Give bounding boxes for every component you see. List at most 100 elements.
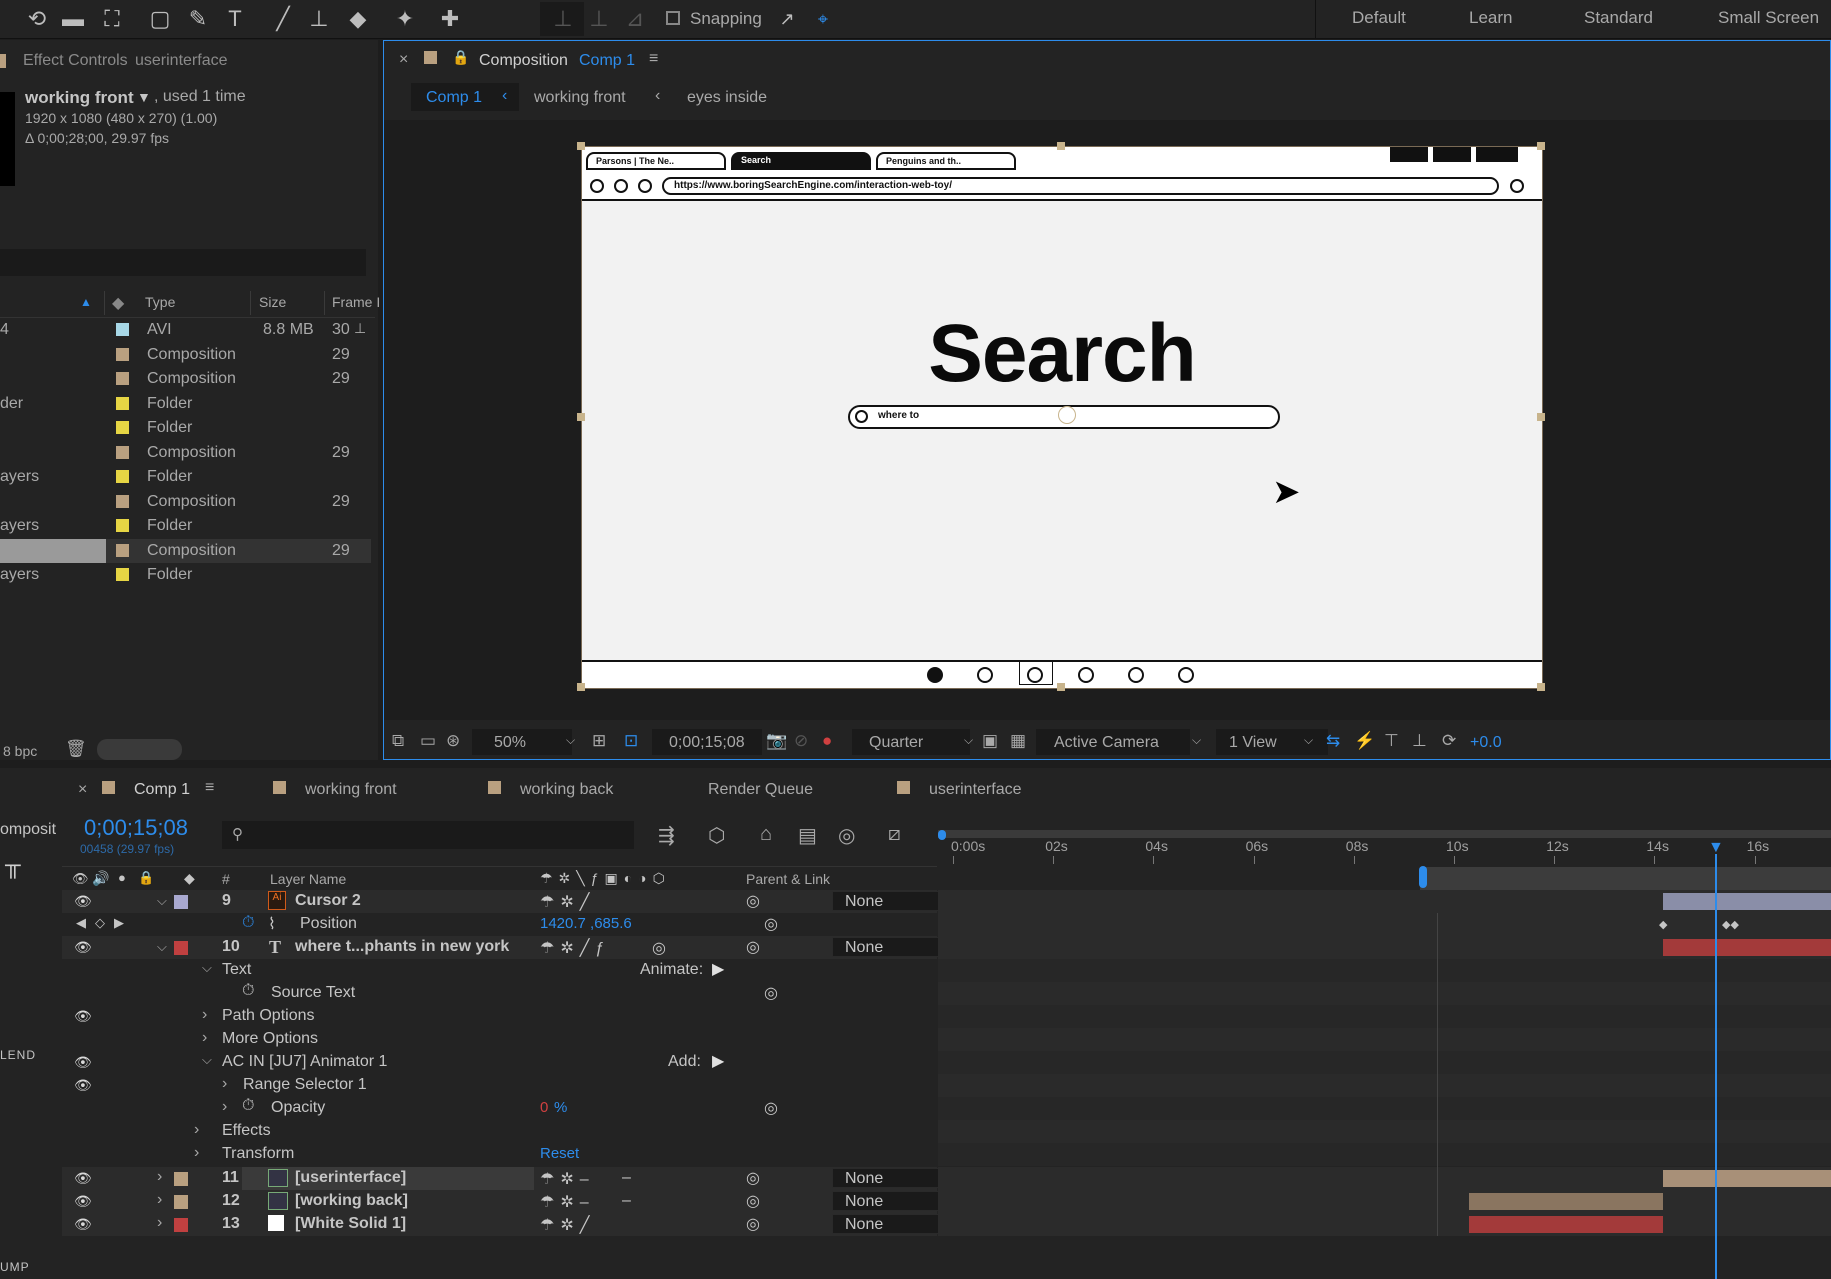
close-icon[interactable]: ×: [399, 51, 408, 69]
breadcrumb-comp1[interactable]: Comp 1: [426, 89, 482, 107]
pickwhip-icon[interactable]: ◎: [764, 983, 778, 1003]
layer-row-10[interactable]: 👁 ⌵ 10 T where t...phants in new york ☂✲…: [62, 936, 964, 959]
prop-effects[interactable]: › Effects: [62, 1120, 937, 1143]
chevron-right-icon[interactable]: ›: [157, 1191, 162, 1209]
project-item[interactable]: Composition 29: [0, 367, 375, 391]
item-name[interactable]: working front: [25, 88, 134, 108]
project-item[interactable]: Folder: [0, 416, 375, 440]
label-swatch[interactable]: [116, 470, 129, 483]
lock-icon[interactable]: 🔒: [452, 49, 469, 66]
project-item[interactable]: der Folder: [0, 392, 375, 416]
pen-tool-icon[interactable]: ✎: [183, 4, 213, 34]
prop-text[interactable]: ⌵ Text Animate: ▶: [62, 959, 937, 982]
fast-previews-icon[interactable]: ▣: [982, 731, 998, 751]
comp-flowchart-icon[interactable]: ⊤: [1384, 731, 1399, 751]
label-swatch[interactable]: [116, 543, 129, 557]
eye-icon[interactable]: 👁: [74, 1170, 92, 1187]
breadcrumb-working-front[interactable]: working front: [534, 89, 626, 107]
layer-bar-userinterface[interactable]: [1663, 1170, 1831, 1187]
video-eye-icon[interactable]: 👁: [72, 871, 89, 887]
prop-transform[interactable]: › Transform Reset: [62, 1143, 937, 1166]
prop-path-options[interactable]: 👁 › Path Options: [62, 1005, 937, 1028]
always-preview-icon[interactable]: ⧉: [392, 731, 404, 751]
layer-name[interactable]: [working back]: [295, 1192, 408, 1210]
rotate-tool-icon[interactable]: ⟲: [22, 4, 52, 34]
prop-opacity[interactable]: › ⏱ Opacity 0 % ◎: [62, 1097, 937, 1120]
reset-exposure-icon[interactable]: ⟳: [1442, 731, 1456, 751]
axis-world-icon[interactable]: ⊥: [584, 4, 614, 34]
chevron-down-icon[interactable]: ⌵: [157, 939, 167, 955]
project-item[interactable]: Composition 29: [0, 538, 375, 563]
label-swatch[interactable]: [116, 347, 129, 361]
add-button-icon[interactable]: ▶: [712, 1051, 724, 1071]
stopwatch-icon[interactable]: ⏱: [242, 1097, 254, 1115]
handle[interactable]: [1537, 142, 1545, 150]
layer-bar-working-back[interactable]: [1469, 1193, 1663, 1210]
pickwhip-icon[interactable]: ◎: [746, 1168, 760, 1188]
eye-icon[interactable]: 👁: [74, 1054, 92, 1071]
animate-button-icon[interactable]: ▶: [712, 959, 724, 979]
switches-icons[interactable]: ☂✲╲ƒ▣◐◑⬡: [540, 870, 671, 887]
layer-switches[interactable]: ☂✲╱: [540, 1215, 595, 1235]
workspace-standard[interactable]: Standard: [1584, 8, 1653, 28]
pan-behind-tool-icon[interactable]: ⛶: [97, 4, 127, 34]
rectangle-tool-icon[interactable]: ▢: [145, 4, 175, 34]
next-keyframe-icon[interactable]: ▶: [114, 915, 124, 931]
axis-view-icon[interactable]: ⊿: [620, 4, 650, 34]
workspace-small-screen[interactable]: Small Screen: [1718, 8, 1819, 28]
project-item[interactable]: ayers Folder: [0, 563, 375, 587]
scrollbar[interactable]: [97, 739, 182, 760]
pickwhip-icon[interactable]: ◎: [764, 1098, 778, 1118]
comp-name[interactable]: Comp 1: [579, 52, 635, 70]
chevron-right-icon[interactable]: ›: [202, 1006, 207, 1024]
layer-switches[interactable]: ☂✲‒: [540, 1192, 595, 1212]
layer-row-11[interactable]: 👁 › 11 [userinterface] ☂✲‒ ‒ ◎ None: [62, 1167, 964, 1190]
snapshot-icon[interactable]: 📷: [766, 731, 787, 751]
graph-editor-icon[interactable]: ⧄: [888, 823, 901, 846]
exposure-value[interactable]: +0.0: [1470, 734, 1502, 752]
track-position[interactable]: [938, 913, 1831, 936]
workspace-learn[interactable]: Learn: [1469, 8, 1512, 28]
eye-icon[interactable]: 👁: [74, 893, 92, 910]
brush-tool-icon[interactable]: ╱: [268, 4, 298, 34]
tab-working-back[interactable]: working back: [520, 781, 613, 799]
position-value[interactable]: 1420.7 ,685.6: [540, 915, 632, 932]
layer-row-13[interactable]: 👁 › 13 [White Solid 1] ☂✲╱ ◎ None: [62, 1213, 964, 1236]
keyframe-icon[interactable]: ◆: [1659, 918, 1667, 931]
snap-edges-icon[interactable]: ↗: [772, 4, 802, 34]
handle[interactable]: [577, 413, 585, 421]
breadcrumb-eyes-inside[interactable]: eyes inside: [687, 89, 767, 107]
snapping-checkbox[interactable]: [666, 11, 680, 25]
layer-switches[interactable]: ☂✲╱ƒ: [540, 938, 610, 958]
transparency-grid-icon[interactable]: ▦: [1010, 731, 1026, 751]
lock-icon[interactable]: 🔒: [138, 870, 154, 886]
layer-name[interactable]: [White Solid 1]: [295, 1215, 406, 1233]
solo-icon[interactable]: ●: [118, 870, 126, 885]
effect-controls-tab[interactable]: Effect Controls: [23, 52, 128, 70]
panel-menu-icon[interactable]: ≡: [205, 779, 214, 797]
pickwhip-icon[interactable]: ◎: [746, 1214, 760, 1234]
align-icon[interactable]: ╥: [5, 852, 21, 878]
timeline-timecode[interactable]: 0;00;15;08: [84, 815, 188, 841]
eye-icon[interactable]: 👁: [74, 1216, 92, 1233]
flowchart-icon[interactable]: ⊥: [1412, 731, 1427, 751]
puppet-tool-icon[interactable]: ✚: [435, 4, 465, 34]
reset-link[interactable]: Reset: [540, 1145, 579, 1162]
prop-source-text[interactable]: ⏱ Source Text ◎: [62, 982, 937, 1005]
handle[interactable]: [1537, 413, 1545, 421]
prop-range-selector[interactable]: 👁 › Range Selector 1: [62, 1074, 937, 1097]
toggle-pixel-aspect-icon[interactable]: ⇆: [1326, 731, 1340, 751]
snap-target-icon[interactable]: ⌖: [808, 4, 838, 34]
comp-mini-flowchart-icon[interactable]: ⇶: [658, 823, 675, 848]
work-area[interactable]: [1420, 867, 1831, 890]
pickwhip-icon[interactable]: ◎: [746, 891, 760, 911]
layer-name[interactable]: where t...phants in new york: [295, 938, 509, 956]
bpc-label[interactable]: 8 bpc: [3, 743, 37, 759]
tab-working-front[interactable]: working front: [305, 781, 397, 799]
opacity-value[interactable]: 0: [540, 1099, 548, 1116]
project-search-input[interactable]: [0, 249, 366, 276]
prop-more-options[interactable]: › More Options: [62, 1028, 937, 1051]
chevron-down-icon[interactable]: ⌵: [202, 960, 212, 976]
label-swatch[interactable]: [116, 568, 129, 581]
handle[interactable]: [1057, 142, 1065, 150]
